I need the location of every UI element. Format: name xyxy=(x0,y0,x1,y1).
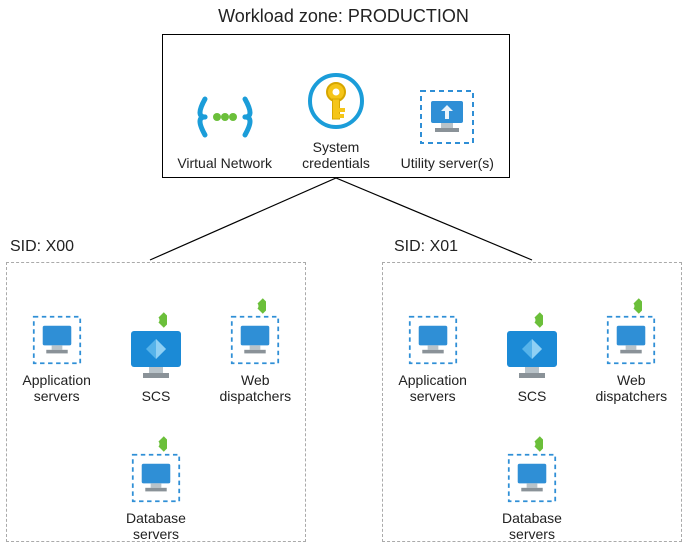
page-title: Workload zone: PRODUCTION xyxy=(0,6,687,27)
load-balancer-badge-icon xyxy=(145,309,167,331)
db-servers-item: Database servers xyxy=(484,433,580,542)
app-servers-item: Application servers xyxy=(385,293,481,404)
connector-lines xyxy=(0,178,687,268)
vm-dashed-icon xyxy=(507,453,557,506)
utility-label: Utility server(s) xyxy=(401,155,494,171)
db-servers-label: Database servers xyxy=(108,510,204,542)
monitor-icon xyxy=(503,329,561,384)
vm-dashed-icon xyxy=(230,315,280,368)
key-icon xyxy=(307,67,365,135)
load-balancer-badge-icon xyxy=(521,433,543,455)
vm-dashed-icon xyxy=(606,315,656,368)
sid-right-row2: Database servers xyxy=(383,433,681,542)
credentials-label: System credentials xyxy=(286,139,386,171)
app-servers-label: Application servers xyxy=(9,372,105,404)
web-dispatchers-label: Web dispatchers xyxy=(583,372,679,404)
sid-right-box: Application servers xyxy=(382,262,682,542)
monitor-icon xyxy=(127,329,185,384)
sid-left-label: SID: X00 xyxy=(10,238,74,256)
sid-right-row1: Application servers xyxy=(383,293,681,404)
sid-left-row1: Application servers xyxy=(7,293,305,404)
vnet-item: Virtual Network xyxy=(175,83,275,171)
web-dispatchers-label: Web dispatchers xyxy=(207,372,303,404)
vnet-label: Virtual Network xyxy=(177,155,272,171)
scs-label: SCS xyxy=(518,388,547,404)
sid-left-row2: Database servers xyxy=(7,433,305,542)
sid-left-box: Application servers xyxy=(6,262,306,542)
db-servers-item: Database servers xyxy=(108,433,204,542)
credentials-item: System credentials xyxy=(286,67,386,171)
vm-dashed-icon xyxy=(32,315,82,368)
sid-right-label: SID: X01 xyxy=(394,238,458,256)
web-dispatchers-item: Web dispatchers xyxy=(583,295,679,404)
production-zone-box: Virtual Network System credentials xyxy=(162,34,510,178)
load-balancer-badge-icon xyxy=(620,295,642,317)
scs-label: SCS xyxy=(142,388,171,404)
load-balancer-badge-icon xyxy=(145,433,167,455)
vm-dashed-icon xyxy=(419,83,475,151)
vm-dashed-icon xyxy=(131,453,181,506)
utility-item: Utility server(s) xyxy=(397,83,497,171)
scs-item: SCS xyxy=(484,309,580,404)
db-servers-label: Database servers xyxy=(484,510,580,542)
load-balancer-badge-icon xyxy=(244,295,266,317)
app-servers-label: Application servers xyxy=(385,372,481,404)
load-balancer-badge-icon xyxy=(521,309,543,331)
scs-item: SCS xyxy=(108,309,204,404)
app-servers-item: Application servers xyxy=(9,293,105,404)
vm-dashed-icon xyxy=(408,315,458,368)
web-dispatchers-item: Web dispatchers xyxy=(207,295,303,404)
virtual-network-icon xyxy=(193,83,257,151)
